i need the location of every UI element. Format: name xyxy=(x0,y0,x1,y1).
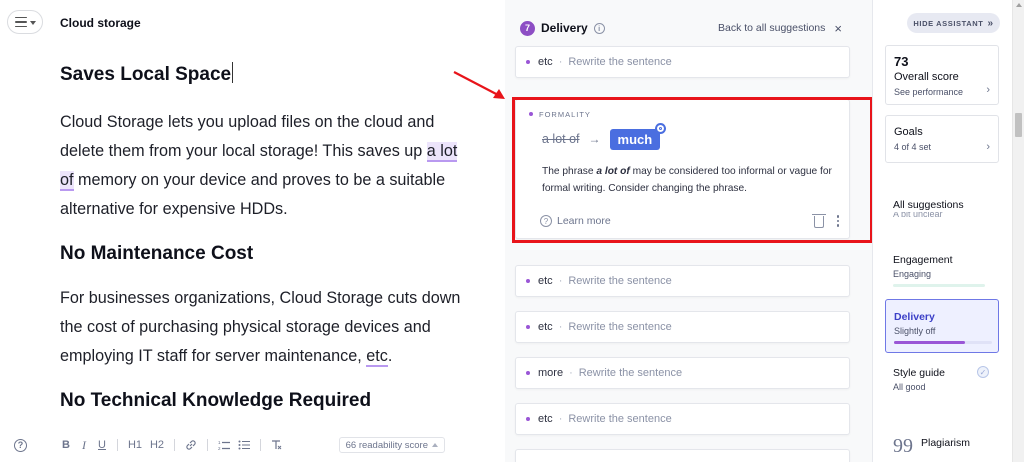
toolbar-divider xyxy=(207,439,208,451)
section-heading[interactable]: No Technical Knowledge Required xyxy=(60,388,470,414)
all-suggestions-item[interactable]: All suggestions xyxy=(893,199,1003,211)
suggestion-dot-icon xyxy=(526,279,530,283)
suggestion-card-partial[interactable] xyxy=(515,449,850,462)
info-icon[interactable]: i xyxy=(593,22,605,34)
suggestion-card-footer: ? Learn more xyxy=(540,213,839,229)
suggestion-card[interactable]: etc · Rewrite the sentence xyxy=(515,265,850,297)
expanded-suggestion-card[interactable]: FORMALITY a lot of → much The phrase a l… xyxy=(515,99,850,239)
original-phrase: a lot of xyxy=(542,132,580,146)
svg-text:1: 1 xyxy=(218,440,221,445)
clear-format-button[interactable] xyxy=(267,436,285,454)
editor-panel: Cloud storage Saves Local Space Cloud St… xyxy=(0,0,505,462)
question-icon: ? xyxy=(540,215,552,227)
overall-score-label: Overall score xyxy=(894,71,959,83)
suggestion-dot-icon xyxy=(526,371,530,375)
suggestion-count-badge: 7 xyxy=(520,20,535,36)
chevron-right-icon: › xyxy=(986,141,990,153)
check-icon: ✓ xyxy=(977,366,989,378)
suggestion-dot-icon xyxy=(526,60,530,64)
close-icon[interactable]: × xyxy=(834,22,842,35)
chevron-right-icon: › xyxy=(986,84,990,96)
quote-icon: 99 xyxy=(893,435,913,457)
underline-button[interactable]: U xyxy=(93,436,111,454)
numbered-list-icon: 12 xyxy=(218,440,230,451)
link-icon xyxy=(186,440,196,450)
hide-assistant-button[interactable]: HIDE ASSISTANT» xyxy=(907,13,1000,33)
category-delivery[interactable]: Delivery Slightly off xyxy=(885,299,999,353)
text-caret xyxy=(232,62,234,83)
engagement-bar xyxy=(893,284,985,287)
category-engagement[interactable]: Engagement Engaging xyxy=(893,254,1003,287)
assistant-sidebar: HIDE ASSISTANT» 73 Overall score See per… xyxy=(872,0,1012,462)
readability-score-badge[interactable]: 66 readability score xyxy=(338,437,445,453)
help-icon[interactable]: ? xyxy=(14,438,27,452)
goals-card[interactable]: Goals 4 of 4 set › xyxy=(885,115,999,163)
caret-down-icon xyxy=(29,20,36,25)
section-heading[interactable]: No Maintenance Cost xyxy=(60,241,470,267)
section-paragraph[interactable]: For businesses organizations, Cloud Stor… xyxy=(60,284,470,371)
document-title[interactable]: Cloud storage xyxy=(60,16,141,30)
more-options-icon[interactable] xyxy=(836,215,839,227)
suggestion-explanation: The phrase a lot of may be considered to… xyxy=(542,166,832,194)
scroll-up-icon[interactable] xyxy=(1016,3,1022,7)
heading1-button[interactable]: H1 xyxy=(124,436,146,454)
goals-label: Goals xyxy=(894,126,923,138)
back-to-all-suggestions-link[interactable]: Back to all suggestions xyxy=(718,22,825,34)
suggestion-card[interactable]: etc · Rewrite the sentence xyxy=(515,403,850,435)
arrow-right-icon: → xyxy=(588,132,601,146)
suggestion-category-label: FORMALITY xyxy=(529,110,839,119)
caret-up-icon xyxy=(432,443,438,447)
suggestions-panel: 7 Delivery i Back to all suggestions × e… xyxy=(505,0,872,462)
heading2-button[interactable]: H2 xyxy=(146,436,168,454)
page-scrollbar[interactable] xyxy=(1012,0,1024,462)
double-chevron-right-icon: » xyxy=(987,17,994,29)
replacement-row: a lot of → much xyxy=(542,122,839,150)
learn-more-link[interactable]: Learn more xyxy=(557,215,611,227)
accept-replacement-button[interactable]: much xyxy=(609,122,667,150)
section-heading[interactable]: Saves Local Space xyxy=(60,62,470,88)
suggestions-header: 7 Delivery i Back to all suggestions × xyxy=(520,19,842,37)
suggestion-dot-icon xyxy=(526,325,530,329)
main-menu-button[interactable] xyxy=(7,10,43,34)
suggestion-card[interactable]: etc · Rewrite the sentence xyxy=(515,311,850,343)
suggestion-card[interactable]: etc · Rewrite the sentence xyxy=(515,46,850,78)
overall-score-value: 73 xyxy=(894,54,909,69)
trash-icon[interactable] xyxy=(811,214,826,228)
delivery-progress-bar xyxy=(894,341,992,344)
toolbar-divider xyxy=(174,439,175,451)
scrollbar-thumb[interactable] xyxy=(1015,113,1022,137)
numbered-list-button[interactable]: 12 xyxy=(214,436,234,454)
suggestions-category-title: Delivery xyxy=(541,21,588,35)
section-paragraph[interactable]: Cloud Storage lets you upload files on t… xyxy=(60,108,470,224)
see-performance-link[interactable]: See performance xyxy=(894,87,990,97)
link-button[interactable] xyxy=(181,436,201,454)
bullet-list-button[interactable] xyxy=(234,436,254,454)
plagiarism-item[interactable]: 99 Plagiarism xyxy=(893,435,970,457)
document-body[interactable]: Saves Local Space Cloud Storage lets you… xyxy=(60,62,470,414)
overall-score-card[interactable]: 73 Overall score See performance › xyxy=(885,45,999,105)
toolbar-divider xyxy=(117,439,118,451)
goals-status: 4 of 4 set xyxy=(894,142,932,152)
toolbar-divider xyxy=(260,439,261,451)
cursor-target-icon xyxy=(655,122,667,134)
svg-text:2: 2 xyxy=(218,446,221,451)
bold-button[interactable]: B xyxy=(57,436,75,454)
italic-button[interactable]: I xyxy=(75,436,93,454)
hamburger-icon xyxy=(14,16,27,28)
bullet-list-icon xyxy=(238,440,250,450)
clear-format-icon xyxy=(272,440,282,450)
suggestion-dot-icon xyxy=(526,417,530,421)
all-suggestions-subtext: A bit unclear xyxy=(893,212,943,218)
format-toolbar: ? B I U H1 H2 12 66 readability score xyxy=(10,434,470,456)
underlined-word[interactable]: etc xyxy=(366,347,388,367)
suggestion-card[interactable]: more · Rewrite the sentence xyxy=(515,357,850,389)
